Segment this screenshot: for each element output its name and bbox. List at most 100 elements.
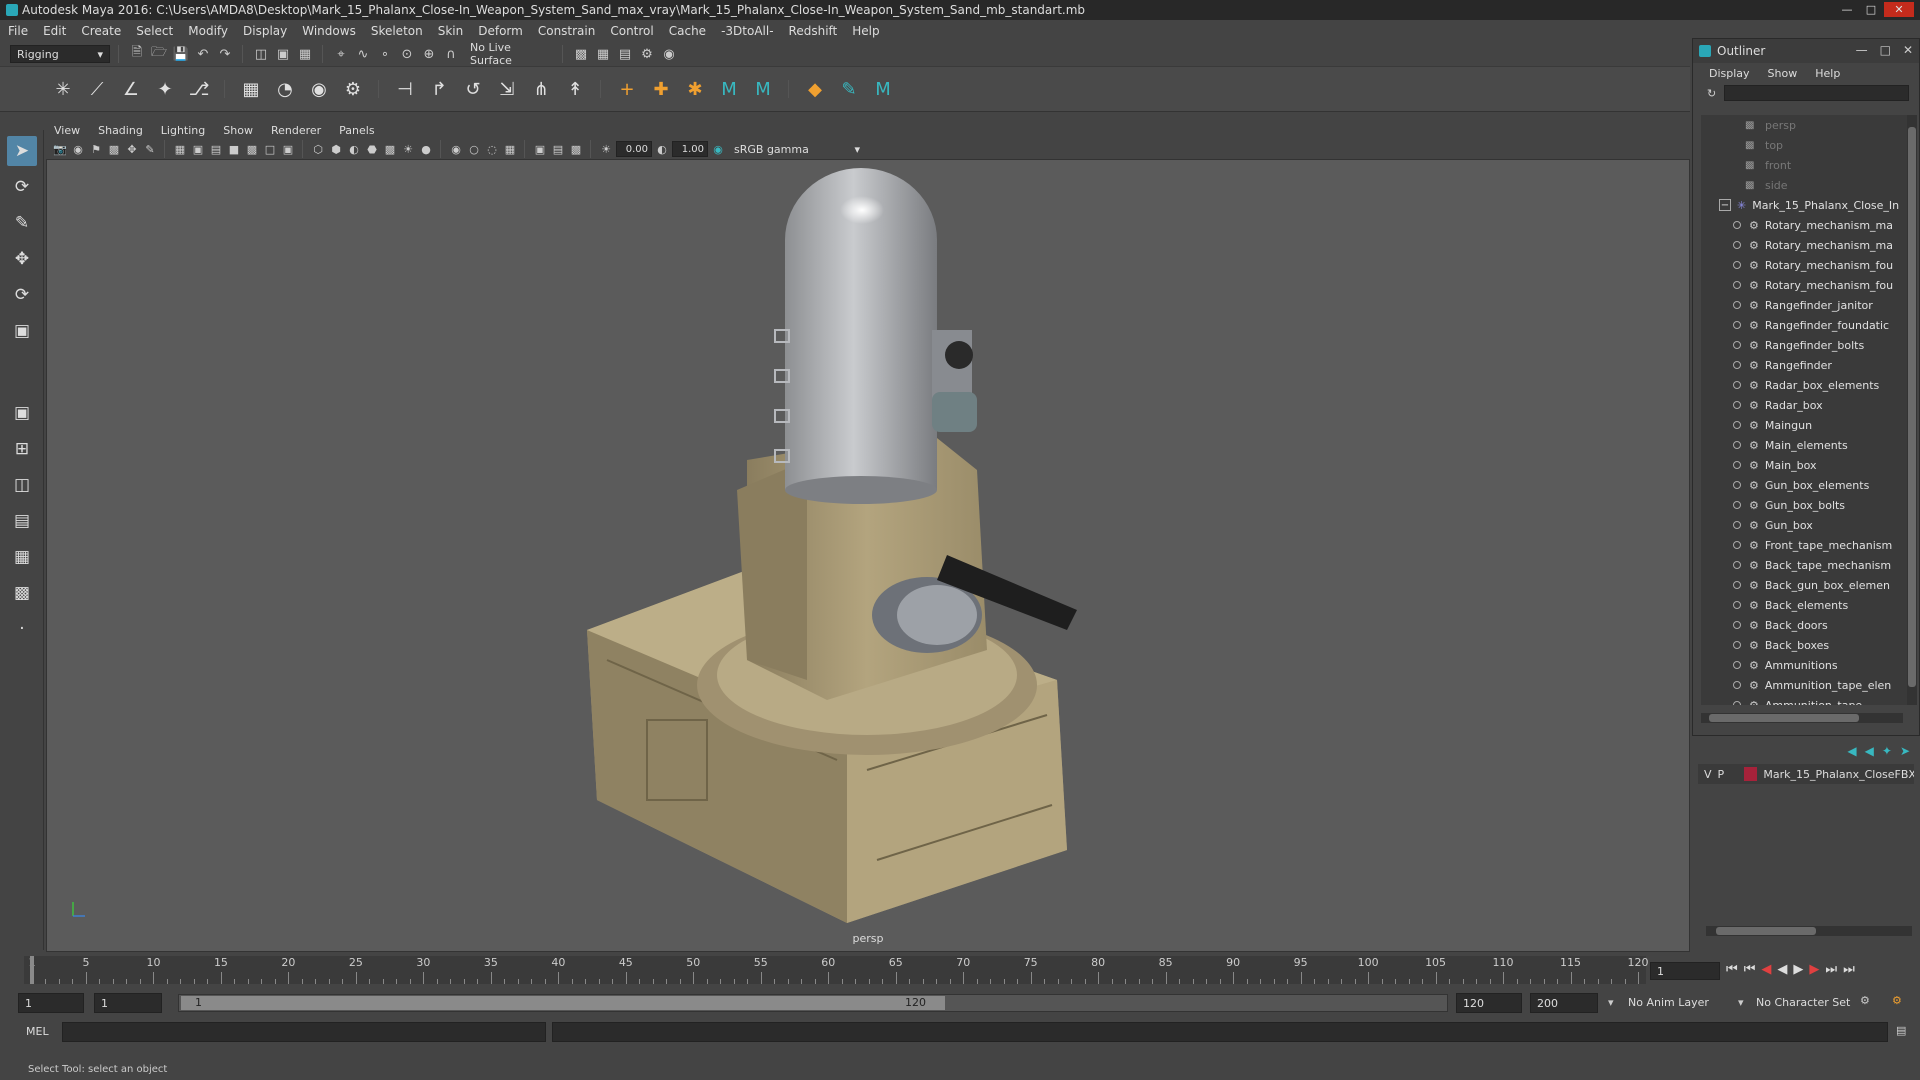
play-forward-icon[interactable]: ▶ <box>1793 962 1803 977</box>
select-object-icon[interactable]: ▣ <box>274 45 292 63</box>
select-component-icon[interactable]: ▦ <box>296 45 314 63</box>
lattice-icon[interactable]: ✱ <box>682 76 708 102</box>
menuset-dropdown[interactable]: Rigging ▾ <box>10 45 110 63</box>
redo-icon[interactable]: ↷ <box>216 45 234 63</box>
current-frame-field[interactable]: 1 <box>1650 962 1720 980</box>
current-time-marker[interactable] <box>30 956 34 984</box>
list-item[interactable]: ⚙ Back_gun_box_elemen <box>1701 575 1913 595</box>
live-surface-field[interactable]: No Live Surface <box>464 41 554 67</box>
playback-start-field[interactable]: 1 <box>94 993 162 1013</box>
minimize-button[interactable]: — <box>1836 2 1858 17</box>
hypershade-icon[interactable]: ◉ <box>660 45 678 63</box>
snap-magnet-icon[interactable]: ∩ <box>442 45 460 63</box>
single-view-layout-icon[interactable]: ▣ <box>7 398 37 428</box>
collapse-icon[interactable]: − <box>1719 199 1731 211</box>
list-item[interactable]: ⚙ Ammunition_tape <box>1701 695 1913 705</box>
cluster-icon[interactable]: ✚ <box>648 76 674 102</box>
list-item[interactable]: ⚙ Rotary_mechanism_ma <box>1701 235 1913 255</box>
maximize-button[interactable]: □ <box>1860 2 1882 17</box>
close-button[interactable]: ✕ <box>1903 43 1913 57</box>
script-editor-icon[interactable]: ▤ <box>1896 1024 1906 1037</box>
script-language-label[interactable]: MEL <box>0 1025 60 1038</box>
ol-menu-show[interactable]: Show <box>1768 67 1798 80</box>
film-gate-icon[interactable]: ▣ <box>190 141 206 157</box>
list-item[interactable]: ⚙ Ammunition_tape_elen <box>1701 675 1913 695</box>
expand-node-icon[interactable] <box>1733 461 1741 469</box>
list-item[interactable]: ⚙ Rangefinder_bolts <box>1701 335 1913 355</box>
go-to-end-icon[interactable]: ⏭ <box>1843 962 1855 977</box>
xray-joints-icon[interactable]: ▤ <box>550 141 566 157</box>
vp-menu-view[interactable]: View <box>54 124 80 137</box>
render-frame-icon[interactable]: ▩ <box>572 45 590 63</box>
undo-icon[interactable]: ↶ <box>194 45 212 63</box>
wireframe-on-shaded-icon[interactable]: ◐ <box>346 141 362 157</box>
expand-node-icon[interactable] <box>1733 221 1741 229</box>
auto-key-icon[interactable]: ⚙ <box>1860 994 1870 1007</box>
scene-start-field[interactable]: 1 <box>18 993 84 1013</box>
select-tool-icon[interactable]: ➤ <box>7 136 37 166</box>
graph-editor-icon[interactable]: ✎ <box>836 76 862 102</box>
expand-node-icon[interactable] <box>1733 501 1741 509</box>
backface-culling-icon[interactable]: ▩ <box>568 141 584 157</box>
command-input[interactable] <box>62 1022 546 1042</box>
layer-color-swatch[interactable] <box>1744 767 1758 781</box>
camera-select-icon[interactable]: 📷 <box>52 141 68 157</box>
menu-help[interactable]: Help <box>852 24 879 38</box>
list-item[interactable]: ⚙ Radar_box <box>1701 395 1913 415</box>
list-item[interactable]: ⚙ Rotary_mechanism_ma <box>1701 215 1913 235</box>
textured-icon[interactable]: ⬣ <box>364 141 380 157</box>
select-hierarchy-icon[interactable]: ◫ <box>252 45 270 63</box>
vp-menu-renderer[interactable]: Renderer <box>271 124 321 137</box>
multisample-aa-icon[interactable]: ○ <box>466 141 482 157</box>
expand-node-icon[interactable] <box>1733 441 1741 449</box>
isolate-select-icon[interactable]: ▦ <box>502 141 518 157</box>
human-ik-icon[interactable]: M <box>716 76 742 102</box>
range-slider[interactable]: 1 120 <box>178 994 1448 1012</box>
scale-tool-icon[interactable]: ▣ <box>7 316 37 346</box>
expand-node-icon[interactable] <box>1733 401 1741 409</box>
ik-handle-icon[interactable]: ⟋ <box>84 76 110 102</box>
menu-cache[interactable]: Cache <box>669 24 706 38</box>
parent-constraint-icon[interactable]: ⋔ <box>528 76 554 102</box>
wireframe-icon[interactable]: ⬡ <box>310 141 326 157</box>
lasso-tool-icon[interactable]: ⟳ <box>7 172 37 202</box>
vp-menu-show[interactable]: Show <box>223 124 253 137</box>
step-back-icon[interactable]: ⏮ <box>1744 962 1756 977</box>
new-scene-icon[interactable]: 🗎 <box>128 45 146 63</box>
list-item[interactable]: ⚙ Back_doors <box>1701 615 1913 635</box>
camera-attr-icon[interactable]: ◉ <box>70 141 86 157</box>
list-item[interactable]: ▩ top <box>1701 135 1913 155</box>
step-forward-key-icon[interactable]: ▶ <box>1809 962 1819 977</box>
point-constraint-icon[interactable]: ⊣ <box>392 76 418 102</box>
char-set-label[interactable]: No Character Set <box>1756 996 1850 1009</box>
exposure-field[interactable]: 0.00 <box>616 141 652 157</box>
open-scene-icon[interactable]: 🗁 <box>150 45 168 63</box>
orient-constraint-icon[interactable]: ↺ <box>460 76 486 102</box>
expand-node-icon[interactable] <box>1733 601 1741 609</box>
layer-playback[interactable]: P <box>1718 768 1725 781</box>
list-item[interactable]: ⚙ Back_elements <box>1701 595 1913 615</box>
list-item[interactable]: ⚙ Main_elements <box>1701 435 1913 455</box>
render-settings-icon[interactable]: ⚙ <box>638 45 656 63</box>
gamma-field[interactable]: 1.00 <box>672 141 708 157</box>
safe-title-icon[interactable]: ▣ <box>280 141 296 157</box>
vp-menu-lighting[interactable]: Lighting <box>161 124 205 137</box>
list-item[interactable]: ⚙ Back_tape_mechanism <box>1701 555 1913 575</box>
expand-node-icon[interactable] <box>1733 661 1741 669</box>
layer-row[interactable]: V P Mark_15_Phalanx_CloseFBXA <box>1698 764 1914 784</box>
screen-space-ao-icon[interactable]: ● <box>418 141 434 157</box>
refresh-icon[interactable]: ↻ <box>1707 87 1716 100</box>
expand-node-icon[interactable] <box>1733 361 1741 369</box>
list-item[interactable]: ⚙ Front_tape_mechanism <box>1701 535 1913 555</box>
grease-pencil-icon[interactable]: ✎ <box>142 141 158 157</box>
set-key-icon[interactable]: ◆ <box>802 76 828 102</box>
expand-node-icon[interactable] <box>1733 261 1741 269</box>
snap-surface-icon[interactable]: ⊕ <box>420 45 438 63</box>
joint-tool-icon[interactable]: ✳ <box>50 76 76 102</box>
menu-file[interactable]: File <box>8 24 28 38</box>
step-back-key-icon[interactable]: ◀ <box>1761 962 1771 977</box>
aim-constraint-icon[interactable]: ↱ <box>426 76 452 102</box>
color-management-icon[interactable]: ◉ <box>710 141 726 157</box>
scene-end-field[interactable]: 200 <box>1530 993 1598 1013</box>
menu-edit[interactable]: Edit <box>43 24 66 38</box>
